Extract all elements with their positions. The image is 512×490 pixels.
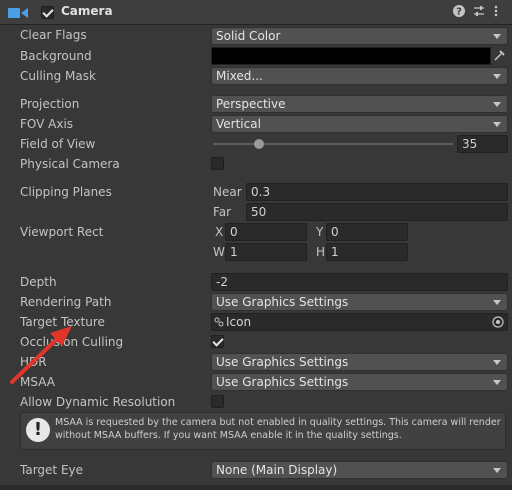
annotation-arrow-icon: [10, 326, 72, 384]
